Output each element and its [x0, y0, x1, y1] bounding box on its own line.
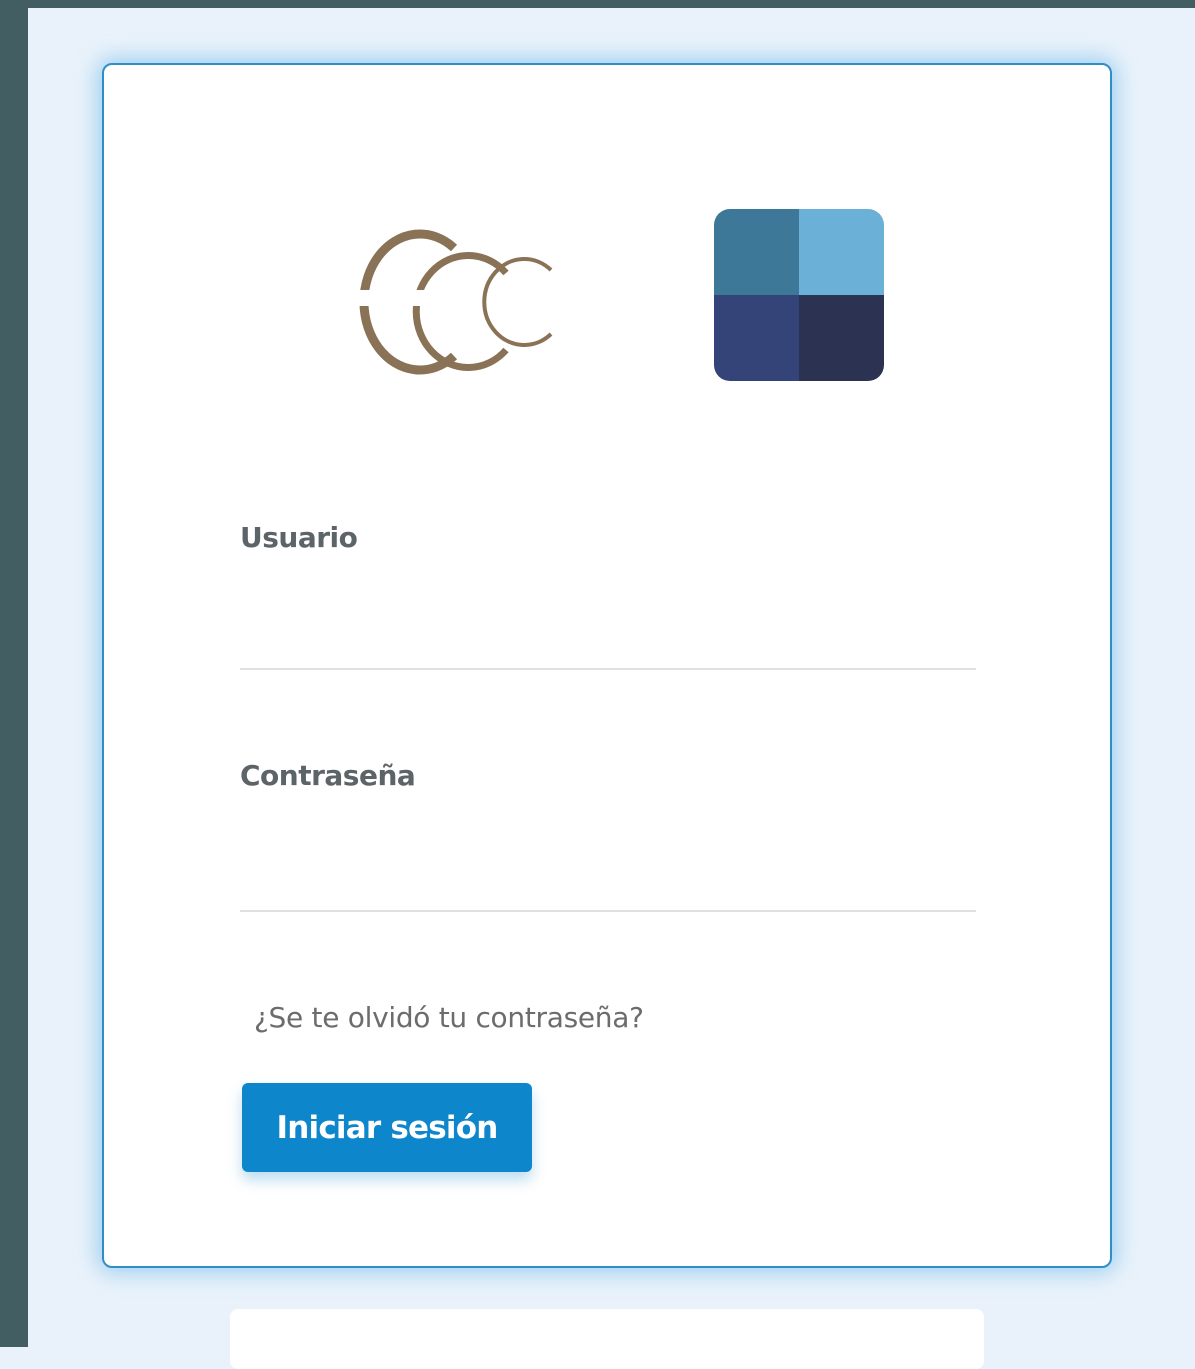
frame-left-border: [0, 0, 28, 1347]
username-label: Usuario: [240, 521, 358, 554]
password-input[interactable]: [240, 860, 976, 912]
four-square-tile-logo-icon: [714, 209, 884, 381]
login-button[interactable]: Iniciar sesión: [242, 1083, 532, 1172]
forgot-password-link[interactable]: ¿Se te olvidó tu contraseña?: [254, 1001, 644, 1034]
ccc-crescent-logo-icon: [351, 220, 566, 380]
login-card: Usuario Contraseña ¿Se te olvidó tu cont…: [102, 63, 1112, 1268]
frame-top-border: [0, 0, 1195, 8]
password-label: Contraseña: [240, 759, 416, 792]
footer-card: [230, 1309, 984, 1369]
username-input[interactable]: [240, 618, 976, 670]
